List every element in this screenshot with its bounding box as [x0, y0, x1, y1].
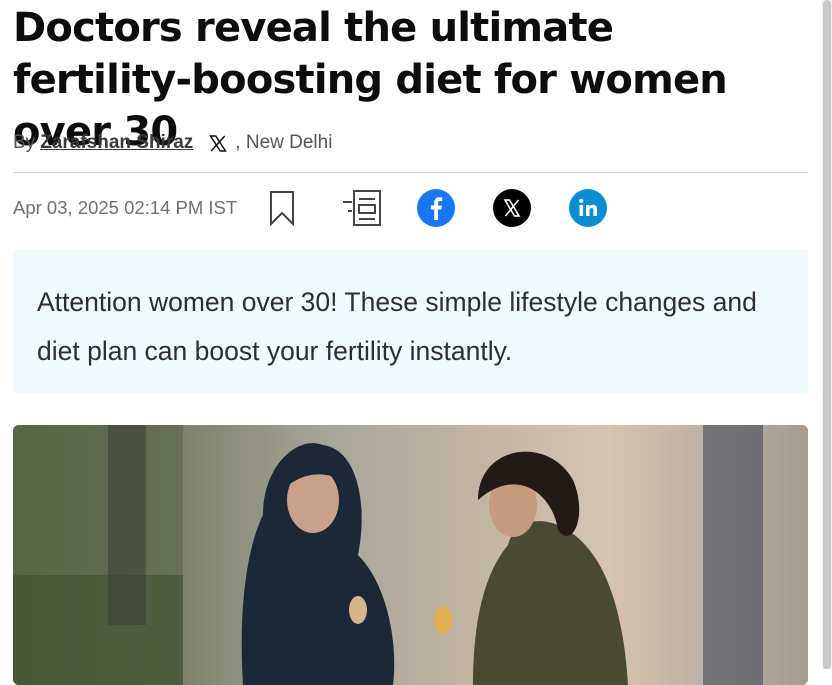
byline-location: , New Delhi — [235, 132, 333, 153]
x-icon[interactable] — [493, 189, 532, 227]
print-icon[interactable] — [341, 188, 383, 228]
hero-photo-illustration — [13, 425, 808, 685]
scrollbar-track[interactable] — [822, 0, 832, 669]
author-link[interactable]: Zarafshan Shiraz — [40, 132, 193, 154]
meta-divider — [13, 172, 808, 173]
article-summary: Attention women over 30! These simple li… — [13, 250, 808, 393]
author-x-icon[interactable] — [207, 132, 229, 154]
summary-text: Attention women over 30! These simple li… — [37, 287, 757, 366]
scrollbar-thumb[interactable] — [823, 0, 831, 669]
hero-image — [13, 425, 808, 685]
byline-prefix: By — [13, 132, 36, 153]
linkedin-icon[interactable] — [569, 189, 608, 227]
facebook-icon[interactable] — [417, 189, 456, 227]
byline: By Zarafshan Shiraz , New Delhi — [13, 130, 332, 156]
meta-row: Apr 03, 2025 02:14 PM IST — [13, 186, 645, 230]
bookmark-icon[interactable] — [267, 188, 297, 228]
publish-date: Apr 03, 2025 02:14 PM IST — [13, 197, 238, 218]
